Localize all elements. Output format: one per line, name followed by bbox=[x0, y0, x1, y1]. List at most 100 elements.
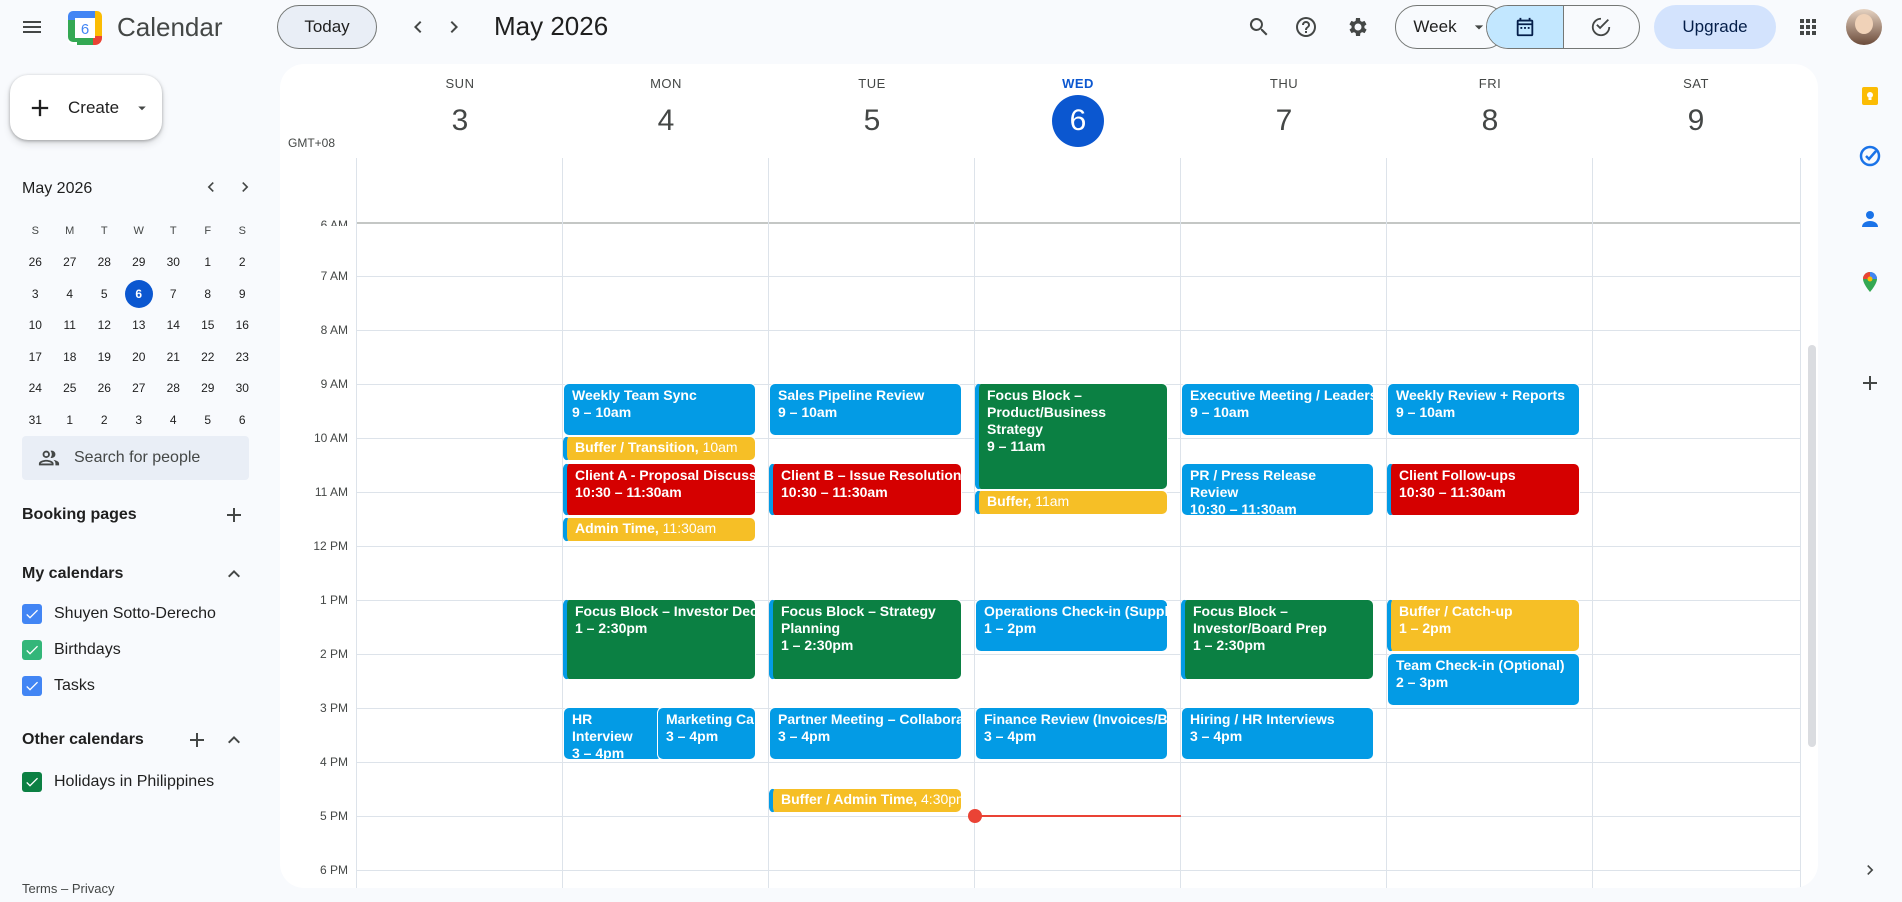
contacts-icon[interactable] bbox=[1850, 199, 1890, 239]
event-pr-press-release[interactable]: PR / Press Release Review 10:30 – 11:30am bbox=[1181, 463, 1374, 516]
mini-day[interactable]: 1 bbox=[53, 404, 88, 436]
checkbox-checked-icon[interactable] bbox=[22, 640, 42, 660]
day-header-sat[interactable]: SAT 9 bbox=[1593, 64, 1799, 147]
mini-day[interactable]: 28 bbox=[156, 373, 191, 405]
calendar-item-tasks[interactable]: Tasks bbox=[22, 676, 95, 696]
tasks-icon[interactable] bbox=[1850, 136, 1890, 176]
vertical-scrollbar[interactable] bbox=[1808, 345, 1816, 747]
mini-day[interactable]: 10 bbox=[18, 310, 53, 342]
day-number[interactable]: 5 bbox=[846, 95, 898, 147]
day-header-mon[interactable]: MON 4 bbox=[563, 64, 769, 147]
event-weekly-review[interactable]: Weekly Review + Reports 9 – 10am bbox=[1387, 383, 1580, 436]
mini-day[interactable]: 27 bbox=[53, 247, 88, 279]
mini-day[interactable]: 29 bbox=[122, 247, 157, 279]
prev-week-icon[interactable] bbox=[398, 7, 438, 47]
mini-day[interactable]: 7 bbox=[156, 278, 191, 310]
other-calendars-heading[interactable]: Other calendars bbox=[22, 731, 144, 749]
event-client-b-issue[interactable]: Client B – Issue Resolution C 10:30 – 11:… bbox=[769, 463, 962, 516]
event-partner-meeting[interactable]: Partner Meeting – Collabora 3 – 4pm bbox=[769, 707, 962, 760]
search-icon[interactable] bbox=[1239, 7, 1279, 47]
calendar-view-toggle[interactable] bbox=[1487, 6, 1564, 48]
maps-pin-icon[interactable] bbox=[1850, 262, 1890, 302]
day-header-wed[interactable]: WED 6 bbox=[975, 64, 1181, 147]
mini-day[interactable]: 22 bbox=[191, 341, 226, 373]
mini-day[interactable]: 27 bbox=[122, 373, 157, 405]
event-focus-investor-deck[interactable]: Focus Block – Investor Deck 1 – 2:30pm bbox=[563, 599, 756, 680]
event-marketing[interactable]: Marketing Ca 3 – 4pm bbox=[657, 707, 756, 760]
day-header-sun[interactable]: SUN 3 bbox=[357, 64, 563, 147]
mini-day[interactable]: 29 bbox=[191, 373, 226, 405]
mini-prev-month-icon[interactable] bbox=[194, 170, 228, 204]
calendar-item-holidays[interactable]: Holidays in Philippines bbox=[22, 772, 214, 792]
day-number[interactable]: 9 bbox=[1670, 95, 1722, 147]
search-people-field[interactable]: Search for people bbox=[22, 436, 249, 480]
next-week-icon[interactable] bbox=[434, 7, 474, 47]
collapse-chevron-up-icon[interactable] bbox=[215, 721, 253, 759]
event-team-checkin[interactable]: Team Check-in (Optional) 2 – 3pm bbox=[1387, 653, 1580, 706]
mini-day[interactable]: 8 bbox=[191, 278, 226, 310]
mini-day[interactable]: 13 bbox=[122, 310, 157, 342]
event-weekly-team-sync[interactable]: Weekly Team Sync 9 – 10am bbox=[563, 383, 756, 436]
day-number[interactable]: 3 bbox=[434, 95, 486, 147]
event-focus-investor-board[interactable]: Focus Block – Investor/Board Prep 1 – 2:3… bbox=[1181, 599, 1374, 680]
event-buffer-transition[interactable]: Buffer / Transition, 10am bbox=[563, 436, 756, 461]
mini-day[interactable]: 4 bbox=[53, 278, 88, 310]
my-calendars-heading[interactable]: My calendars bbox=[22, 565, 123, 583]
mini-day[interactable]: 3 bbox=[18, 278, 53, 310]
mini-day[interactable]: 16 bbox=[225, 310, 260, 342]
settings-gear-icon[interactable] bbox=[1338, 7, 1378, 47]
mini-day[interactable]: 12 bbox=[87, 310, 122, 342]
today-button[interactable]: Today bbox=[277, 5, 377, 49]
event-operations-checkin[interactable]: Operations Check-in (Suppli 1 – 2pm bbox=[975, 599, 1168, 652]
event-hiring-hr[interactable]: Hiring / HR Interviews 3 – 4pm bbox=[1181, 707, 1374, 760]
event-client-a-proposal[interactable]: Client A - Proposal Discussion10:30 – 11… bbox=[563, 463, 756, 516]
mini-day[interactable]: 9 bbox=[225, 278, 260, 310]
mini-day[interactable]: 14 bbox=[156, 310, 191, 342]
checkbox-checked-icon[interactable] bbox=[22, 604, 42, 624]
mini-day[interactable]: 15 bbox=[191, 310, 226, 342]
event-hr-interview[interactable]: HR Interview 3 – 4pm bbox=[563, 707, 663, 760]
terms-privacy-link[interactable]: Terms – Privacy bbox=[22, 881, 114, 896]
mini-day[interactable]: 30 bbox=[225, 373, 260, 405]
mini-day[interactable]: 3 bbox=[122, 404, 157, 436]
calendar-item-shuyen[interactable]: Shuyen Sotto-Derecho bbox=[22, 604, 216, 624]
event-finance-review[interactable]: Finance Review (Invoices/Bu 3 – 4pm bbox=[975, 707, 1168, 760]
mini-day[interactable]: 19 bbox=[87, 341, 122, 373]
mini-day[interactable]: 6 bbox=[225, 404, 260, 436]
apps-grid-icon[interactable] bbox=[1788, 7, 1828, 47]
day-header-tue[interactable]: TUE 5 bbox=[769, 64, 975, 147]
mini-day[interactable]: 20 bbox=[122, 341, 157, 373]
main-menu-icon[interactable] bbox=[12, 7, 52, 47]
mini-day[interactable]: 2 bbox=[87, 404, 122, 436]
day-header-fri[interactable]: FRI 8 bbox=[1387, 64, 1593, 147]
day-header-thu[interactable]: THU 7 bbox=[1181, 64, 1387, 147]
upgrade-button[interactable]: Upgrade bbox=[1654, 5, 1776, 49]
mini-day[interactable]: 30 bbox=[156, 247, 191, 279]
keep-notes-icon[interactable] bbox=[1850, 76, 1890, 116]
mini-day[interactable]: 24 bbox=[18, 373, 53, 405]
mini-day[interactable]: 25 bbox=[53, 373, 88, 405]
add-addon-plus-icon[interactable] bbox=[1850, 363, 1890, 403]
checkbox-checked-icon[interactable] bbox=[22, 676, 42, 696]
mini-day[interactable]: 2 bbox=[225, 247, 260, 279]
day-number[interactable]: 4 bbox=[640, 95, 692, 147]
day-number[interactable]: 6 bbox=[1052, 95, 1104, 147]
calendar-item-birthdays[interactable]: Birthdays bbox=[22, 640, 121, 660]
add-booking-page-icon[interactable] bbox=[215, 496, 253, 534]
create-button[interactable]: Create bbox=[10, 75, 162, 140]
mini-day[interactable]: 4 bbox=[156, 404, 191, 436]
expand-panel-chevron-icon[interactable] bbox=[1855, 855, 1885, 885]
event-buffer-admin[interactable]: Buffer / Admin Time, 4:30pm bbox=[769, 788, 962, 813]
mini-day[interactable]: 17 bbox=[18, 341, 53, 373]
time-grid[interactable]: 6 AM 7 AM 8 AM 9 AM 10 AM 11 AM 12 PM 1 … bbox=[280, 158, 1818, 888]
mini-day[interactable]: 26 bbox=[18, 247, 53, 279]
event-sales-pipeline[interactable]: Sales Pipeline Review 9 – 10am bbox=[769, 383, 962, 436]
event-focus-product-strategy[interactable]: Focus Block – Product/Business Strategy 9… bbox=[975, 383, 1168, 490]
mini-day[interactable]: 26 bbox=[87, 373, 122, 405]
checkbox-checked-icon[interactable] bbox=[22, 772, 42, 792]
mini-day[interactable]: 21 bbox=[156, 341, 191, 373]
add-other-calendar-icon[interactable] bbox=[178, 721, 216, 759]
day-number[interactable]: 8 bbox=[1464, 95, 1516, 147]
mini-day[interactable]: 11 bbox=[53, 310, 88, 342]
event-buffer[interactable]: Buffer, 11am bbox=[975, 490, 1168, 515]
